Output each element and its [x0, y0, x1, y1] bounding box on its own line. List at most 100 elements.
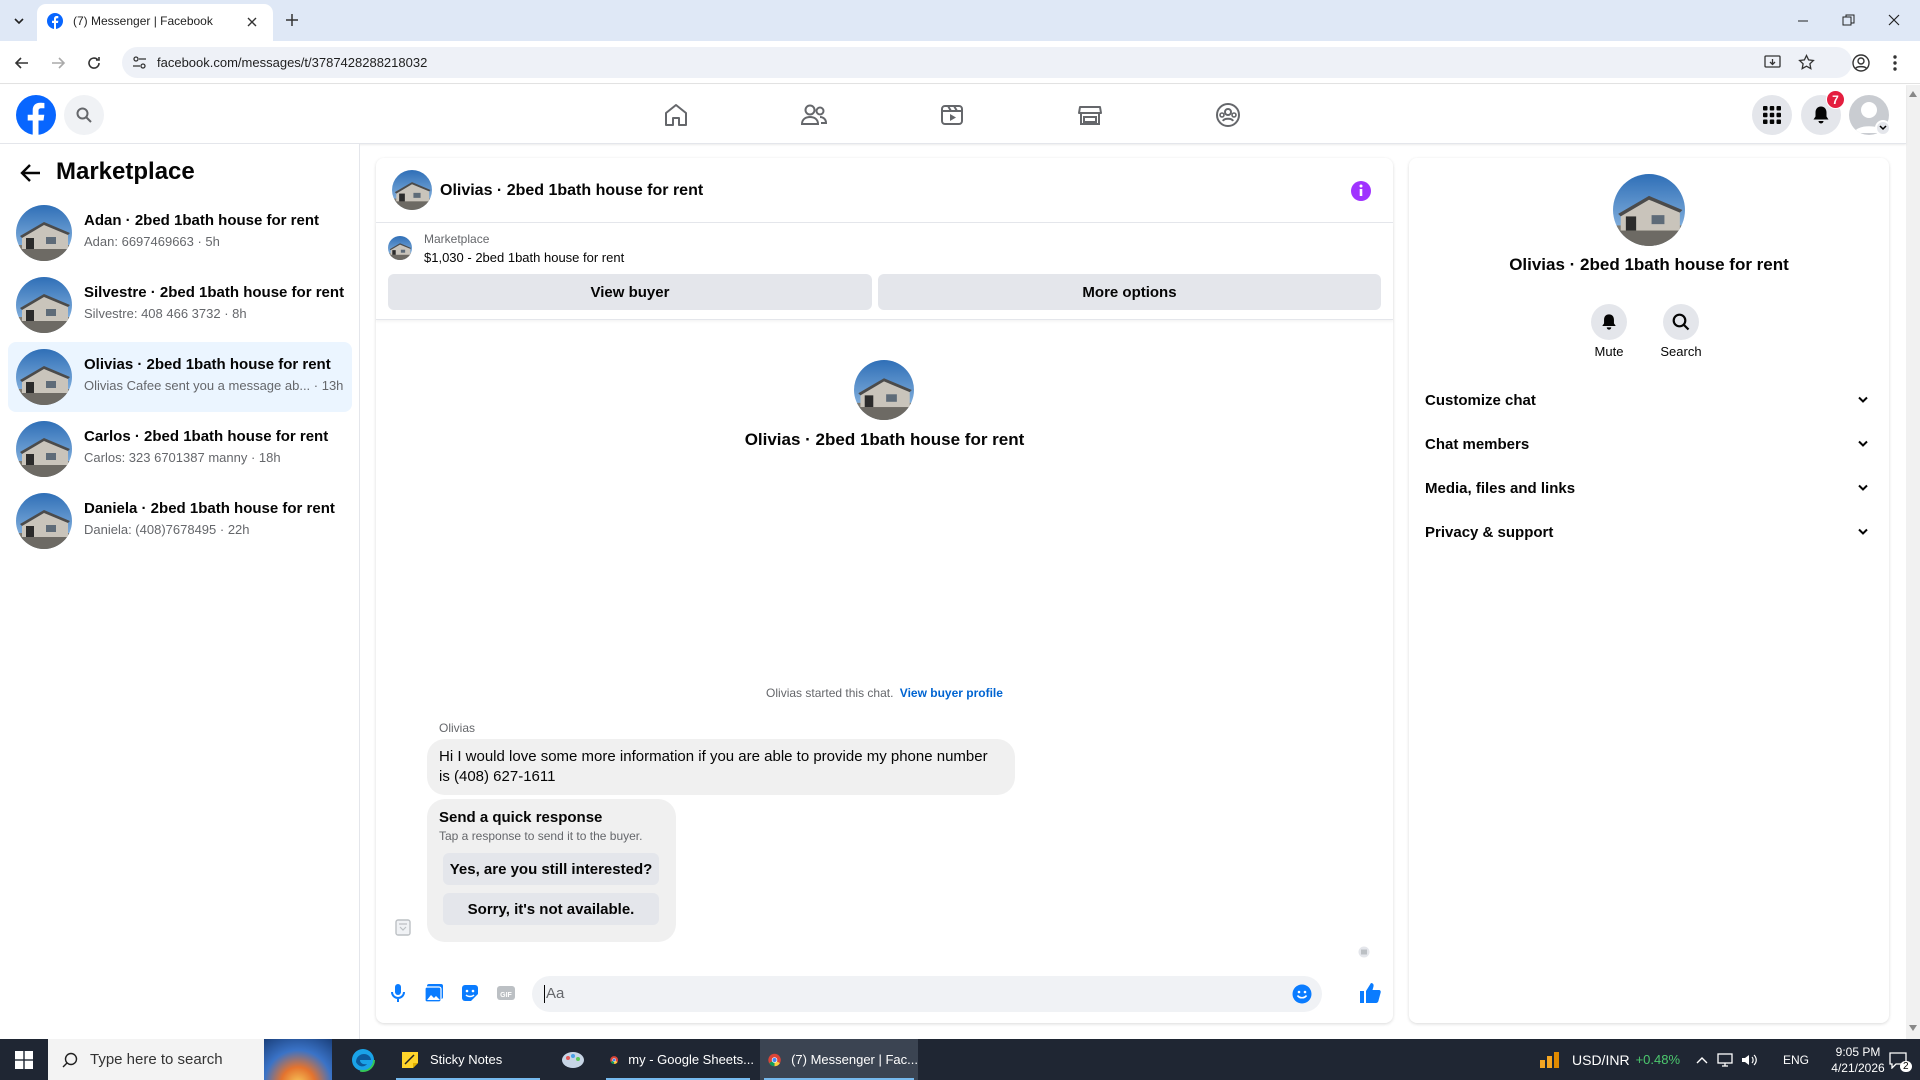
mute-label: Mute	[1594, 344, 1624, 359]
conversation-name: Adan · 2bed 1bath house for rent	[84, 212, 320, 229]
microphone-icon[interactable]	[388, 983, 408, 1003]
house-photo-icon	[1613, 174, 1685, 246]
taskbar-messenger-chrome[interactable]: (7) Messenger | Fac...	[760, 1039, 918, 1080]
system-tray-icons[interactable]	[1696, 1039, 1786, 1080]
view-buyer-profile-link[interactable]: View buyer profile	[900, 686, 1003, 700]
scroll-down-icon[interactable]	[1909, 1025, 1917, 1031]
ticker-label: USD/INR	[1572, 1051, 1630, 1068]
mute-button[interactable]	[1591, 304, 1627, 340]
facebook-search-button[interactable]	[64, 95, 104, 135]
listing-detail[interactable]: $1,030 - 2bed 1bath house for rent	[424, 250, 624, 265]
thumbs-up-icon[interactable]	[1359, 982, 1381, 1004]
listing-bar: Marketplace $1,030 - 2bed 1bath house fo…	[376, 224, 1393, 320]
start-button[interactable]	[0, 1039, 48, 1080]
back-arrow-icon[interactable]	[14, 55, 30, 71]
reload-icon[interactable]	[86, 55, 102, 71]
nav-groups[interactable]	[1204, 99, 1252, 131]
media-files-links-section[interactable]: Media, files and links	[1425, 470, 1875, 506]
ticker-change: +0.48%	[1635, 1052, 1681, 1067]
search-icon	[76, 107, 92, 123]
site-settings-icon[interactable]	[132, 55, 147, 70]
listing-sticker-icon	[395, 919, 411, 936]
new-tab-icon[interactable]	[285, 13, 299, 27]
close-window-icon[interactable]	[1888, 14, 1900, 26]
facebook-logo-icon[interactable]	[16, 95, 56, 135]
account-menu-toggle[interactable]	[1875, 120, 1891, 136]
url-field[interactable]: facebook.com/messages/t/3787428288218032	[122, 47, 1852, 78]
quick-response-title: Send a quick response	[439, 809, 603, 826]
chevron-down-icon	[1858, 528, 1868, 535]
conversation-item[interactable]: Silvestre · 2bed 1bath house for rent Sil…	[8, 270, 352, 340]
chevron-up-icon	[1696, 1056, 1708, 1063]
house-photo-icon	[16, 205, 72, 261]
chat-avatar[interactable]	[392, 170, 432, 210]
details-avatar[interactable]	[1613, 174, 1685, 246]
conversation-item[interactable]: Daniela · 2bed 1bath house for rent Danie…	[8, 486, 352, 556]
taskbar-app-label: Sticky Notes	[430, 1052, 503, 1067]
currency-ticker-widget[interactable]: USD/INR +0.48%	[1538, 1039, 1688, 1080]
bell-icon	[1813, 106, 1829, 124]
taskbar-edge[interactable]	[340, 1039, 386, 1080]
chevron-down-icon	[1858, 484, 1868, 491]
chat-title[interactable]: Olivias · 2bed 1bath house for rent	[440, 182, 703, 200]
menu-button[interactable]	[1752, 95, 1792, 135]
conversation-item[interactable]: Adan · 2bed 1bath house for rent Adan: 66…	[8, 198, 352, 268]
quick-response-sorry-button[interactable]: Sorry, it's not available.	[443, 893, 659, 925]
nav-friends[interactable]	[790, 99, 838, 131]
taskbar-google-sheets-chrome[interactable]: my - Google Sheets...	[602, 1039, 754, 1080]
customize-chat-section[interactable]: Customize chat	[1425, 382, 1875, 418]
search-in-chat-button[interactable]	[1663, 304, 1699, 340]
info-icon[interactable]	[1350, 180, 1372, 202]
home-icon	[665, 104, 687, 126]
back-arrow-icon[interactable]	[20, 162, 42, 184]
taskbar-pinned-app[interactable]	[550, 1039, 596, 1080]
forward-arrow-icon[interactable]	[50, 55, 66, 71]
marketplace-icon	[1078, 106, 1102, 125]
browser-tab-active[interactable]: (7) Messenger | Facebook	[37, 4, 273, 41]
panel-title: Marketplace	[56, 158, 195, 185]
tab-search-button[interactable]	[8, 10, 30, 32]
privacy-support-section[interactable]: Privacy & support	[1425, 514, 1875, 550]
groups-icon	[1216, 103, 1240, 127]
conversation-snippet: Carlos: 323 6701387 manny · 18h	[84, 450, 281, 465]
nav-home[interactable]	[652, 99, 700, 131]
scroll-up-icon[interactable]	[1909, 91, 1917, 97]
taskbar-search-box[interactable]: Type here to search	[48, 1039, 332, 1080]
page-scrollbar[interactable]	[1906, 85, 1920, 1039]
address-bar-row: facebook.com/messages/t/3787428288218032	[0, 41, 1920, 84]
nav-marketplace[interactable]	[1066, 99, 1114, 131]
browser-tab-bar: (7) Messenger | Facebook	[0, 0, 1920, 41]
language-indicator[interactable]: ENG	[1776, 1039, 1816, 1080]
emoji-icon[interactable]	[1292, 984, 1312, 1004]
close-tab-icon[interactable]	[247, 17, 257, 27]
chat-members-section[interactable]: Chat members	[1425, 426, 1875, 462]
house-photo-icon	[854, 360, 914, 420]
restore-icon[interactable]	[1842, 14, 1855, 27]
message-input[interactable]: Aa	[532, 976, 1322, 1012]
conversation-item[interactable]: Carlos · 2bed 1bath house for rent Carlos…	[8, 414, 352, 484]
edge-browser-icon	[351, 1047, 375, 1072]
facebook-header: 7	[0, 85, 1906, 144]
bookmark-star-icon[interactable]	[1798, 54, 1815, 71]
taskbar-sticky-notes[interactable]: Sticky Notes	[392, 1039, 544, 1080]
grid-menu-icon	[1763, 106, 1781, 124]
nav-watch[interactable]	[928, 99, 976, 131]
quick-response-yes-button[interactable]: Yes, are you still interested?	[443, 853, 659, 885]
sticker-icon[interactable]	[460, 983, 480, 1003]
chevron-down-icon	[1858, 396, 1868, 403]
gif-icon[interactable]: GIF	[496, 983, 516, 1003]
conversation-avatar	[16, 205, 72, 261]
action-center-button[interactable]: 2	[1878, 1039, 1918, 1080]
profile-icon[interactable]	[1852, 54, 1870, 72]
minimize-icon[interactable]	[1797, 15, 1809, 27]
more-options-button[interactable]: More options	[878, 274, 1381, 310]
details-title: Olivias · 2bed 1bath house for rent	[1509, 255, 1789, 274]
photo-icon[interactable]	[424, 983, 444, 1003]
chat-panel: Olivias · 2bed 1bath house for rent Mark…	[376, 158, 1393, 1023]
quick-response-card: Send a quick response Tap a response to …	[427, 799, 676, 942]
conversation-item[interactable]: Olivias · 2bed 1bath house for rent Olivi…	[8, 342, 352, 412]
install-app-icon[interactable]	[1764, 54, 1781, 71]
browser-menu-icon[interactable]	[1892, 54, 1898, 72]
incoming-message-bubble[interactable]: Hi I would love some more information if…	[427, 739, 1015, 795]
view-buyer-button[interactable]: View buyer	[388, 274, 872, 310]
